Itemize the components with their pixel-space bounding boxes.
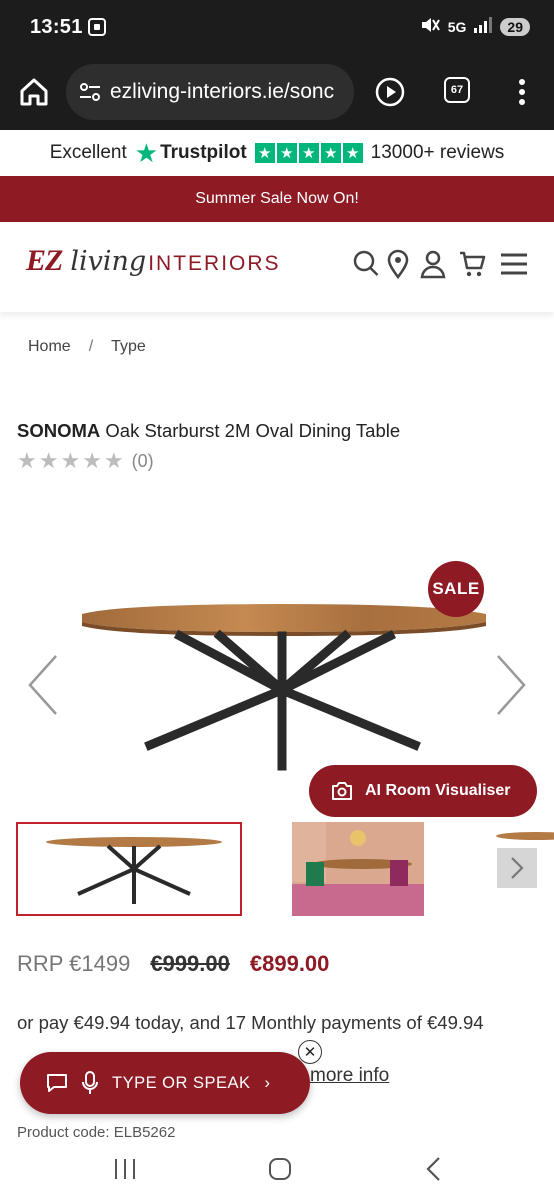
status-time: 13:51	[30, 16, 83, 38]
promo-banner[interactable]: Summer Sale Now On!	[0, 176, 554, 222]
back-icon[interactable]	[424, 1156, 444, 1182]
star-icon: ★	[38, 448, 59, 473]
sale-badge: SALE	[428, 561, 484, 617]
logo-ez: EZ	[26, 244, 63, 277]
signal-icon	[474, 17, 493, 36]
thumbnail-next-icon[interactable]	[497, 848, 537, 888]
url-text: ezliving-interiors.ie/sonc	[110, 80, 335, 103]
product-brand: SONOMA	[17, 420, 101, 441]
system-nav-bar	[0, 1138, 554, 1200]
thumbnail-table[interactable]	[16, 822, 242, 916]
browser-home-icon[interactable]	[16, 74, 52, 110]
trustpilot-stars: ★ ★ ★ ★ ★	[254, 143, 363, 163]
microphone-icon	[82, 1071, 98, 1094]
search-icon[interactable]	[352, 249, 380, 279]
product-rating[interactable]: ★ ★ ★ ★ ★ (0)	[17, 448, 154, 474]
rrp-price: RRP €1499	[17, 951, 131, 976]
browser-menu-icon[interactable]	[510, 76, 534, 108]
type-or-speak-button[interactable]: TYPE OR SPEAK ›	[20, 1052, 310, 1114]
carousel-prev-icon[interactable]	[22, 650, 62, 720]
trustpilot-star-icon: ★	[134, 138, 159, 168]
chat-icon	[47, 1074, 67, 1092]
breadcrumb-type[interactable]: Type	[111, 338, 146, 356]
screen-record-icon	[88, 18, 106, 36]
tab-switcher-button[interactable]: 67	[444, 77, 470, 103]
close-icon[interactable]: ✕	[298, 1040, 322, 1064]
trustpilot-review-count: 13000+ reviews	[370, 142, 505, 163]
cart-icon[interactable]	[458, 249, 486, 279]
old-price: €999.00	[150, 951, 230, 976]
account-icon[interactable]	[420, 249, 448, 279]
type-or-speak-label: TYPE OR SPEAK	[112, 1073, 251, 1092]
trustpilot-bar[interactable]: Excellent ★ Trustpilot ★ ★ ★ ★ ★ 13000+ revi…	[0, 130, 554, 176]
star-icon: ★	[17, 448, 37, 473]
price-row: RRP €1499 €999.00 €899.00	[17, 951, 329, 977]
home-nav-icon[interactable]	[268, 1157, 292, 1181]
chevron-right-icon: ›	[264, 1073, 271, 1092]
camera-icon	[332, 782, 352, 800]
location-pin-icon[interactable]	[386, 249, 414, 280]
site-settings-icon[interactable]	[78, 80, 102, 104]
breadcrumb-home[interactable]: Home	[28, 338, 71, 356]
hamburger-menu-icon[interactable]	[500, 249, 528, 279]
breadcrumb-separator: /	[88, 338, 94, 355]
recents-icon[interactable]	[113, 1158, 137, 1180]
network-type-icon: 5G	[447, 18, 467, 35]
star-icon: ★	[82, 448, 102, 473]
trustpilot-logo: ★ Trustpilot	[135, 140, 247, 166]
product-name: Oak Starburst 2M Oval Dining Table	[105, 420, 401, 441]
more-info-link[interactable]: more info	[310, 1065, 389, 1087]
finance-text: or pay €49.94 today, and 17 Monthly paym…	[17, 1012, 484, 1033]
status-icons: 5G 29	[420, 16, 530, 37]
thumbnail-room-scene[interactable]	[292, 822, 424, 916]
ai-room-visualiser-label: AI Room Visualiser	[365, 782, 511, 799]
status-bar: 13:51 5G 29	[0, 0, 554, 56]
battery-icon: 29	[500, 17, 530, 36]
trustpilot-rating-word: Excellent	[49, 142, 127, 163]
trustpilot-brand-text: Trustpilot	[160, 142, 247, 163]
site-logo[interactable]: EZ living INTERIORS	[26, 244, 281, 278]
breadcrumb: Home / Type	[28, 338, 146, 356]
ai-room-visualiser-button[interactable]: AI Room Visualiser	[309, 765, 537, 817]
product-title: SONOMA Oak Starburst 2M Oval Dining Tabl…	[17, 420, 400, 442]
address-bar[interactable]: ezliving-interiors.ie/sonc	[66, 64, 354, 120]
sale-price: €899.00	[249, 951, 330, 976]
play-icon[interactable]	[374, 76, 406, 108]
product-code: Product code: ELB5262	[17, 1124, 176, 1138]
site-header: EZ living INTERIORS	[0, 222, 554, 312]
star-icon: ★	[60, 448, 81, 473]
browser-toolbar: ezliving-interiors.ie/sonc 67	[0, 56, 554, 130]
logo-living: living	[70, 246, 147, 277]
rating-count: (0)	[131, 450, 154, 471]
logo-interiors: INTERIORS	[148, 252, 281, 275]
thumbnail-strip	[16, 822, 554, 916]
star-icon: ★	[103, 448, 124, 473]
carousel-next-icon[interactable]	[492, 650, 532, 720]
mute-icon	[420, 16, 440, 37]
